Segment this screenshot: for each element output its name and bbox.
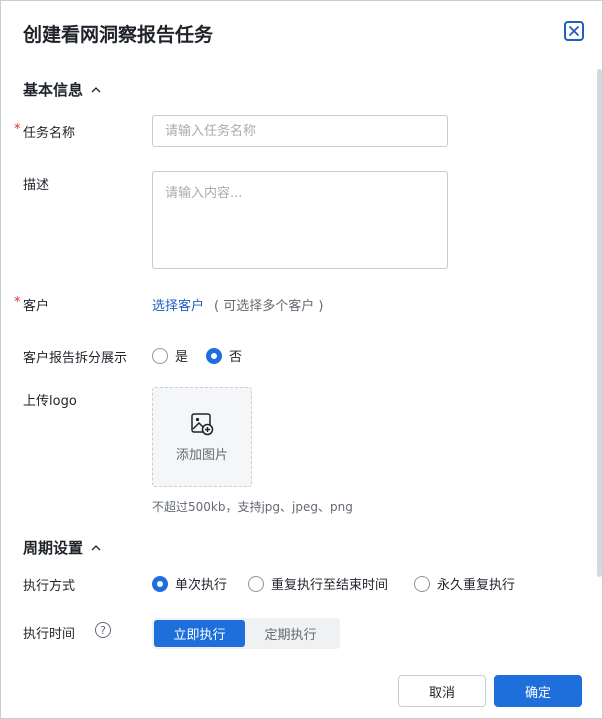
radio-checked-icon: [206, 347, 222, 364]
radio-unchecked-icon: [152, 347, 168, 364]
radio-label: 是: [175, 350, 189, 365]
exec-mode-repeat-until-radio[interactable]: 重复执行至结束时间: [248, 574, 388, 593]
section-basic-title: 基本信息: [23, 81, 84, 99]
scrollbar[interactable]: [597, 69, 602, 577]
radio-label: 否: [229, 350, 243, 365]
customer-label: 客户: [23, 299, 50, 314]
create-report-task-dialog: 创建看网洞察报告任务 基本信息 * 任务名称 描述 * 客户 选择客户 ( 可选…: [0, 0, 603, 719]
chevron-up-icon: [91, 86, 101, 92]
logo-label: 上传logo: [23, 394, 77, 409]
section-basic-info[interactable]: 基本信息: [23, 79, 103, 100]
exec-time-scheduled-option[interactable]: 定期执行: [245, 620, 336, 647]
exec-mode-once-radio[interactable]: 单次执行: [152, 574, 227, 593]
help-icon[interactable]: ?: [95, 622, 111, 638]
customer-hint: ( 可选择多个客户 ): [214, 299, 324, 314]
radio-label: 重复执行至结束时间: [271, 578, 389, 593]
upload-text: 添加图片: [175, 447, 228, 463]
description-label: 描述: [23, 178, 50, 193]
logo-upload-area[interactable]: 添加图片: [152, 387, 252, 487]
required-mark: *: [14, 295, 21, 310]
exec-mode-forever-radio[interactable]: 永久重复执行: [414, 574, 515, 593]
dialog-title: 创建看网洞察报告任务: [23, 24, 214, 46]
exec-time-label: 执行时间: [23, 627, 76, 642]
radio-label: 永久重复执行: [437, 578, 516, 593]
exec-time-immediate-option[interactable]: 立即执行: [154, 620, 245, 647]
section-cycle-title: 周期设置: [23, 539, 84, 557]
exec-mode-label: 执行方式: [23, 579, 76, 594]
image-add-icon: [191, 412, 214, 435]
task-name-label: 任务名称: [23, 126, 76, 141]
cancel-button[interactable]: 取消: [398, 675, 486, 707]
section-cycle-settings[interactable]: 周期设置: [23, 537, 103, 558]
task-name-input[interactable]: [152, 115, 448, 147]
select-customer-link[interactable]: 选择客户: [152, 295, 204, 314]
chevron-up-icon: [91, 544, 101, 550]
radio-unchecked-icon: [248, 575, 264, 592]
split-display-yes-radio[interactable]: 是: [152, 346, 188, 365]
required-mark: *: [14, 122, 21, 137]
radio-label: 单次执行: [175, 578, 228, 593]
radio-unchecked-icon: [414, 575, 430, 592]
split-display-no-radio[interactable]: 否: [206, 346, 242, 365]
split-display-label: 客户报告拆分展示: [23, 351, 128, 366]
confirm-button[interactable]: 确定: [494, 675, 582, 707]
radio-checked-icon: [152, 575, 168, 592]
exec-time-segmented-control: 立即执行 定期执行: [152, 618, 340, 649]
close-button[interactable]: [564, 21, 584, 41]
description-textarea[interactable]: [152, 171, 448, 269]
close-icon: [569, 26, 579, 36]
upload-hint: 不超过500kb，支持jpg、jpeg、png: [152, 500, 353, 514]
